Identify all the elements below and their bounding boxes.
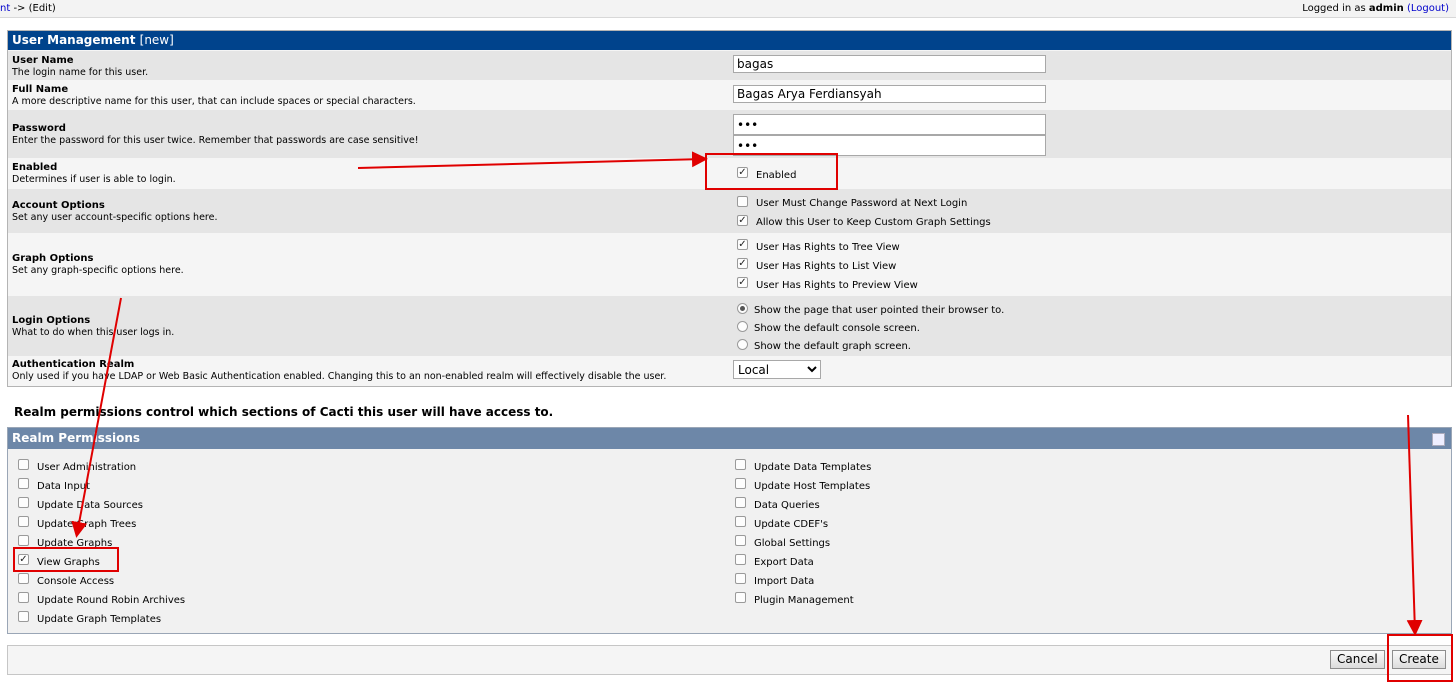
row-graph-options: Graph Options Set any graph-specific opt… — [8, 233, 1451, 296]
perm-export-data-label: Export Data — [754, 557, 814, 568]
enabled-desc: Determines if user is able to login. — [12, 174, 176, 185]
perm-update-graphs-checkbox[interactable] — [18, 535, 29, 546]
login-option-pointed-radio[interactable] — [737, 303, 748, 314]
full-name-input[interactable] — [733, 85, 1046, 103]
breadcrumb-current: -> (Edit) — [10, 3, 56, 14]
perm-update-host-templates-label: Update Host Templates — [754, 481, 871, 492]
account-options-desc: Set any user account-specific options he… — [12, 212, 218, 223]
perm-plugin-management-checkbox[interactable] — [735, 592, 746, 603]
login-options-desc: What to do when this user logs in. — [12, 327, 175, 338]
perm-user-administration-label: User Administration — [37, 462, 137, 473]
user-management-panel: User Management [new] User Name The logi… — [7, 30, 1452, 387]
preview-view-checkbox[interactable]: ✓ — [737, 277, 748, 288]
perm-data-input-label: Data Input — [37, 481, 90, 492]
perm-update-graph-trees-label: Update Graph Trees — [37, 519, 137, 530]
perm-update-graph-templates-checkbox[interactable] — [18, 611, 29, 622]
perm-update-rra-label: Update Round Robin Archives — [37, 595, 186, 606]
breadcrumb: nt -> (Edit) — [0, 3, 56, 14]
full-name-desc: A more descriptive name for this user, t… — [12, 96, 416, 107]
logout-link[interactable]: (Logout) — [1407, 3, 1449, 14]
logged-in-label: Logged in as — [1302, 3, 1369, 14]
user-name-input[interactable] — [733, 55, 1046, 73]
graph-options-desc: Set any graph-specific options here. — [12, 265, 184, 276]
password-input[interactable] — [733, 114, 1046, 135]
list-view-label: User Has Rights to List View — [756, 261, 897, 272]
account-options-label: Account Options — [12, 200, 105, 211]
perm-data-input-checkbox[interactable] — [18, 478, 29, 489]
perm-update-graph-trees-checkbox[interactable] — [18, 516, 29, 527]
perm-global-settings-label: Global Settings — [754, 538, 831, 549]
login-status: Logged in as admin (Logout) — [1302, 3, 1449, 14]
perm-export-data-checkbox[interactable] — [735, 554, 746, 565]
perm-update-data-templates-label: Update Data Templates — [754, 462, 872, 473]
row-password: Password Enter the password for this use… — [8, 110, 1451, 158]
tree-view-checkbox[interactable]: ✓ — [737, 239, 748, 250]
perm-update-data-sources-label: Update Data Sources — [37, 500, 144, 511]
perm-import-data-checkbox[interactable] — [735, 573, 746, 584]
select-all-checkbox[interactable] — [1432, 433, 1445, 446]
login-option-console-radio[interactable] — [737, 321, 748, 332]
login-option-pointed-label: Show the page that user pointed their br… — [754, 305, 1005, 316]
full-name-label: Full Name — [12, 84, 69, 95]
user-name-desc: The login name for this user. — [12, 67, 149, 78]
realm-permissions-panel: Realm Permissions User Administration Da… — [7, 427, 1452, 634]
row-user-name: User Name The login name for this user. — [8, 51, 1451, 80]
logged-in-user: admin — [1368, 3, 1404, 14]
password-desc: Enter the password for this user twice. … — [12, 135, 419, 146]
realm-permissions-title: Realm Permissions — [12, 431, 141, 445]
must-change-password-checkbox[interactable] — [737, 196, 748, 207]
login-option-console-label: Show the default console screen. — [754, 323, 920, 334]
realm-permissions-header: Realm Permissions — [8, 428, 1451, 449]
panel-title: User Management — [12, 33, 136, 47]
keep-graph-settings-label: Allow this User to Keep Custom Graph Set… — [756, 217, 991, 228]
graph-options-label: Graph Options — [12, 253, 94, 264]
perm-plugin-management-label: Plugin Management — [754, 595, 854, 606]
row-auth-realm: Authentication Realm Only used if you ha… — [8, 356, 1451, 385]
perm-user-administration-checkbox[interactable] — [18, 459, 29, 470]
row-login-options: Login Options What to do when this user … — [8, 296, 1451, 356]
action-bar: Cancel Create — [7, 645, 1452, 675]
perm-data-queries-label: Data Queries — [754, 500, 820, 511]
perm-console-access-checkbox[interactable] — [18, 573, 29, 584]
row-account-options: Account Options Set any user account-spe… — [8, 189, 1451, 233]
perm-update-data-templates-checkbox[interactable] — [735, 459, 746, 470]
annotation-box-enabled — [705, 153, 838, 190]
perm-update-graph-templates-label: Update Graph Templates — [37, 614, 162, 625]
auth-realm-label: Authentication Realm — [12, 359, 135, 370]
must-change-password-label: User Must Change Password at Next Login — [756, 198, 968, 209]
password-label: Password — [12, 123, 66, 134]
perm-global-settings-checkbox[interactable] — [735, 535, 746, 546]
preview-view-label: User Has Rights to Preview View — [756, 280, 918, 291]
perm-console-access-label: Console Access — [37, 576, 115, 587]
perm-data-queries-checkbox[interactable] — [735, 497, 746, 508]
row-full-name: Full Name A more descriptive name for th… — [8, 80, 1451, 110]
annotation-box-view-graphs — [13, 547, 119, 572]
login-option-graph-radio[interactable] — [737, 339, 748, 350]
perm-import-data-label: Import Data — [754, 576, 815, 587]
list-view-checkbox[interactable]: ✓ — [737, 258, 748, 269]
auth-realm-select[interactable]: Local — [733, 360, 821, 379]
keep-graph-settings-checkbox[interactable]: ✓ — [737, 215, 748, 226]
breadcrumb-link[interactable]: nt — [0, 3, 10, 14]
auth-realm-desc: Only used if you have LDAP or Web Basic … — [12, 371, 667, 382]
realm-intro-text: Realm permissions control which sections… — [14, 405, 554, 419]
login-option-graph-label: Show the default graph screen. — [754, 341, 911, 352]
perm-update-data-sources-checkbox[interactable] — [18, 497, 29, 508]
annotation-box-create — [1387, 634, 1453, 682]
perm-update-cdefs-checkbox[interactable] — [735, 516, 746, 527]
perm-update-cdefs-label: Update CDEF's — [754, 519, 829, 530]
enabled-label: Enabled — [12, 162, 58, 173]
cancel-button[interactable]: Cancel — [1330, 650, 1385, 669]
user-name-label: User Name — [12, 55, 74, 66]
tree-view-label: User Has Rights to Tree View — [756, 242, 900, 253]
panel-header: User Management [new] — [8, 31, 1451, 50]
perm-update-rra-checkbox[interactable] — [18, 592, 29, 603]
login-options-label: Login Options — [12, 315, 91, 326]
perm-update-host-templates-checkbox[interactable] — [735, 478, 746, 489]
top-bar: nt -> (Edit) Logged in as admin (Logout) — [0, 0, 1456, 18]
panel-title-suffix: [new] — [139, 33, 174, 47]
